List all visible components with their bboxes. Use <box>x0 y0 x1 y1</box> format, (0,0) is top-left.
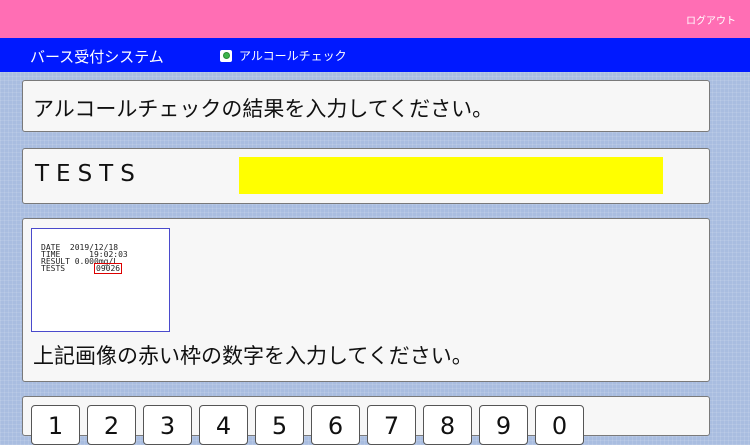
key-8[interactable]: 8 <box>423 405 472 445</box>
receipt-image: DATE 2019/12/18 TIME 19:02:03 RESULT 0.0… <box>31 228 170 332</box>
key-4[interactable]: 4 <box>199 405 248 445</box>
key-7[interactable]: 7 <box>367 405 416 445</box>
image-instruction-text: 上記画像の赤い枠の数字を入力してください。 <box>33 344 473 368</box>
nav-bar: バース受付システム アルコールチェック <box>0 38 750 72</box>
instruction-panel: アルコールチェックの結果を入力してください。 <box>22 80 710 132</box>
instruction-text: アルコールチェックの結果を入力してください。 <box>33 97 494 121</box>
gear-icon <box>220 49 232 62</box>
tests-input[interactable] <box>239 157 663 194</box>
system-title: バース受付システム <box>30 48 164 66</box>
breadcrumb[interactable]: アルコールチェック <box>220 47 347 64</box>
tests-panel: TESTS <box>22 148 710 204</box>
image-panel: DATE 2019/12/18 TIME 19:02:03 RESULT 0.0… <box>22 218 710 382</box>
receipt-tests-label: TESTS <box>41 264 66 273</box>
key-2[interactable]: 2 <box>87 405 136 445</box>
keypad-panel: 1 2 3 4 5 6 7 8 9 0 <box>22 396 710 445</box>
key-3[interactable]: 3 <box>143 405 192 445</box>
key-5[interactable]: 5 <box>255 405 304 445</box>
key-0[interactable]: 0 <box>535 405 584 445</box>
keypad: 1 2 3 4 5 6 7 8 9 0 <box>31 405 584 445</box>
logout-link[interactable]: ログアウト <box>686 12 736 27</box>
top-bar: ログアウト <box>0 0 750 38</box>
receipt-tests-value: 09026 <box>94 263 123 274</box>
tests-label: TESTS <box>35 161 142 187</box>
key-1[interactable]: 1 <box>31 405 80 445</box>
breadcrumb-label: アルコールチェック <box>239 49 347 63</box>
key-9[interactable]: 9 <box>479 405 528 445</box>
key-6[interactable]: 6 <box>311 405 360 445</box>
